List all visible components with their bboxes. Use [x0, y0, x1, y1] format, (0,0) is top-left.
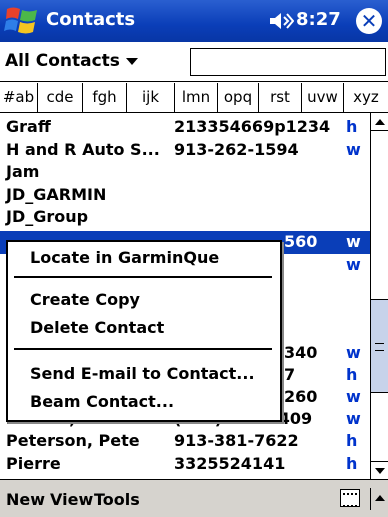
close-button[interactable]: ✕: [356, 8, 382, 34]
contact-row[interactable]: JD_GARMIN: [0, 184, 370, 207]
contact-row[interactable]: Peterson, Pete 913-381-7622 h: [0, 430, 370, 453]
contact-type: h: [346, 117, 358, 136]
contact-row[interactable]: H and R Auto S... 913-262-1594 w: [0, 139, 370, 162]
alpha-tab-opq[interactable]: opq: [218, 83, 259, 112]
contact-type: w: [346, 409, 361, 428]
alpha-tab-rst[interactable]: rst: [259, 83, 302, 112]
menu-item-delete[interactable]: Delete Contact: [30, 318, 164, 337]
contact-number: 3325524141: [174, 454, 286, 473]
contact-number: 913-381-7622: [174, 431, 299, 450]
contact-number: 560: [284, 232, 318, 251]
menu-bar: New View Tools: [0, 479, 388, 517]
contact-row[interactable]: Jam: [0, 161, 370, 184]
contact-number: 260: [284, 387, 318, 406]
clock[interactable]: 8:27: [296, 9, 341, 30]
contact-number: 213354669p1234: [174, 117, 331, 136]
contact-type: w: [346, 139, 361, 159]
contact-row[interactable]: Graff 213354669p1234 h: [0, 116, 370, 139]
close-icon: ✕: [360, 9, 378, 33]
menu-item-create-copy[interactable]: Create Copy: [30, 290, 140, 309]
category-dropdown[interactable]: All Contacts: [5, 51, 138, 71]
list-scrollbar[interactable]: [370, 113, 388, 479]
new-menu[interactable]: New: [6, 490, 45, 509]
contact-name: H and R Auto S...: [6, 139, 160, 159]
contact-row[interactable]: JD_Group: [0, 206, 370, 229]
contact-type: h: [346, 454, 358, 473]
scroll-thumb[interactable]: [371, 299, 388, 393]
context-menu: Locate in GarminQue Create Copy Delete C…: [6, 240, 282, 422]
view-menu[interactable]: View: [50, 490, 93, 509]
contact-type: w: [346, 254, 361, 274]
contact-name: JD_GARMIN: [6, 184, 107, 204]
scroll-up-arrow-icon[interactable]: [371, 113, 388, 131]
speaker-icon[interactable]: [268, 10, 294, 32]
alpha-tab-fgh[interactable]: fgh: [83, 83, 127, 112]
contact-type: w: [346, 343, 361, 362]
input-panel-arrow-icon[interactable]: [370, 488, 388, 510]
contact-type: h: [346, 365, 358, 384]
contact-type: h: [346, 431, 358, 450]
menu-item-send-email[interactable]: Send E-mail to Contact...: [30, 364, 255, 383]
menu-separator: [14, 276, 272, 278]
chevron-down-icon: [125, 57, 138, 65]
keyboard-icon[interactable]: [340, 489, 360, 507]
contact-row[interactable]: Pierre 3325524141 h: [0, 453, 370, 476]
title-bar: Contacts 8:27 ✕: [0, 0, 388, 42]
alpha-tab-ijk[interactable]: ijk: [127, 83, 175, 112]
alpha-tab-cde[interactable]: cde: [38, 83, 83, 112]
window-title: Contacts: [46, 9, 136, 30]
contact-name: JD_Group: [6, 207, 89, 226]
contact-name: Peterson, Pete: [6, 431, 140, 450]
windows-start-icon[interactable]: [4, 3, 40, 39]
contact-number: 340: [284, 343, 318, 362]
contact-type: w: [346, 232, 361, 251]
contact-name: Graff: [6, 117, 51, 136]
alpha-tab-ab[interactable]: #ab: [0, 83, 38, 112]
menu-item-locate[interactable]: Locate in GarminQue: [30, 248, 219, 267]
alpha-tab-lmn[interactable]: lmn: [175, 83, 218, 112]
category-label: All Contacts: [5, 51, 120, 71]
alphabet-tabs: #ab cde fgh ijk lmn opq rst uvw xyz: [0, 83, 388, 113]
contact-type: w: [346, 387, 361, 406]
menu-item-beam[interactable]: Beam Contact...: [30, 392, 174, 411]
scroll-down-arrow-icon[interactable]: [371, 461, 388, 479]
menu-separator: [14, 348, 272, 350]
alpha-tab-uvw[interactable]: uvw: [302, 83, 344, 112]
contact-number: 7: [284, 365, 296, 384]
contact-number: 913-262-1594: [174, 139, 299, 159]
tools-menu[interactable]: Tools: [94, 490, 140, 509]
contact-name: Jam: [6, 162, 40, 181]
category-bar: All Contacts: [0, 42, 388, 82]
contact-name: Pierre: [6, 454, 61, 473]
find-input[interactable]: [190, 48, 386, 76]
alpha-tab-xyz[interactable]: xyz: [344, 83, 388, 112]
